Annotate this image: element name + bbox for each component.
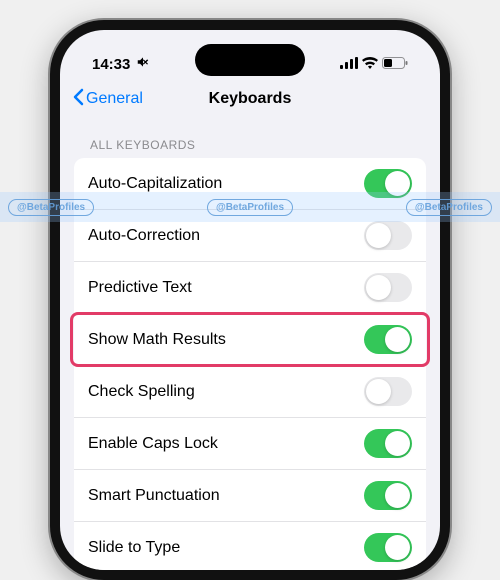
toggle-knob [385, 327, 410, 352]
toggle-switch[interactable] [364, 377, 412, 406]
toggle-knob [385, 431, 410, 456]
toggle-switch[interactable] [364, 429, 412, 458]
back-button[interactable]: General [72, 88, 143, 111]
settings-list: Auto-Capitalization Auto-Correction Predic… [74, 158, 426, 570]
back-label: General [86, 90, 143, 108]
settings-row: Enable Caps Lock [74, 418, 426, 470]
settings-row: Smart Punctuation [74, 470, 426, 522]
toggle-knob [385, 483, 410, 508]
row-label: Smart Punctuation [88, 487, 220, 505]
toggle-switch[interactable] [364, 533, 412, 562]
settings-row: Predictive Text [74, 262, 426, 314]
dynamic-island [195, 44, 305, 76]
chevron-left-icon [72, 88, 84, 111]
toggle-switch[interactable] [364, 169, 412, 198]
settings-row: Show Math Results [74, 314, 426, 366]
row-label: Slide to Type [88, 539, 180, 557]
row-label: Predictive Text [88, 279, 192, 297]
nav-title: Keyboards [209, 90, 292, 108]
toggle-switch[interactable] [364, 325, 412, 354]
section-header: ALL KEYBOARDS [60, 120, 440, 158]
row-label: Auto-Correction [88, 227, 200, 245]
wifi-icon [362, 56, 378, 73]
status-left: 14:33 [92, 55, 150, 73]
toggle-switch[interactable] [364, 481, 412, 510]
battery-icon [382, 56, 408, 73]
signal-icon [340, 56, 358, 73]
toggle-knob [385, 171, 410, 196]
toggle-knob [366, 379, 391, 404]
nav-bar: General Keyboards [60, 80, 440, 120]
toggle-knob [366, 275, 391, 300]
phone-screen: 14:33 Ge [60, 30, 440, 570]
settings-row: Check Spelling [74, 366, 426, 418]
row-label: Show Math Results [88, 331, 226, 349]
toggle-knob [366, 223, 391, 248]
row-label: Enable Caps Lock [88, 435, 218, 453]
toggle-switch[interactable] [364, 273, 412, 302]
phone-frame: 14:33 Ge [50, 20, 450, 580]
row-label: Check Spelling [88, 383, 195, 401]
toggle-switch[interactable] [364, 221, 412, 250]
settings-row: Auto-Correction [74, 210, 426, 262]
settings-row: Slide to Type [74, 522, 426, 570]
status-time: 14:33 [92, 56, 130, 73]
status-right [340, 56, 408, 73]
toggle-knob [385, 535, 410, 560]
silent-icon [136, 55, 150, 73]
row-label: Auto-Capitalization [88, 175, 222, 193]
settings-row: Auto-Capitalization [74, 158, 426, 210]
